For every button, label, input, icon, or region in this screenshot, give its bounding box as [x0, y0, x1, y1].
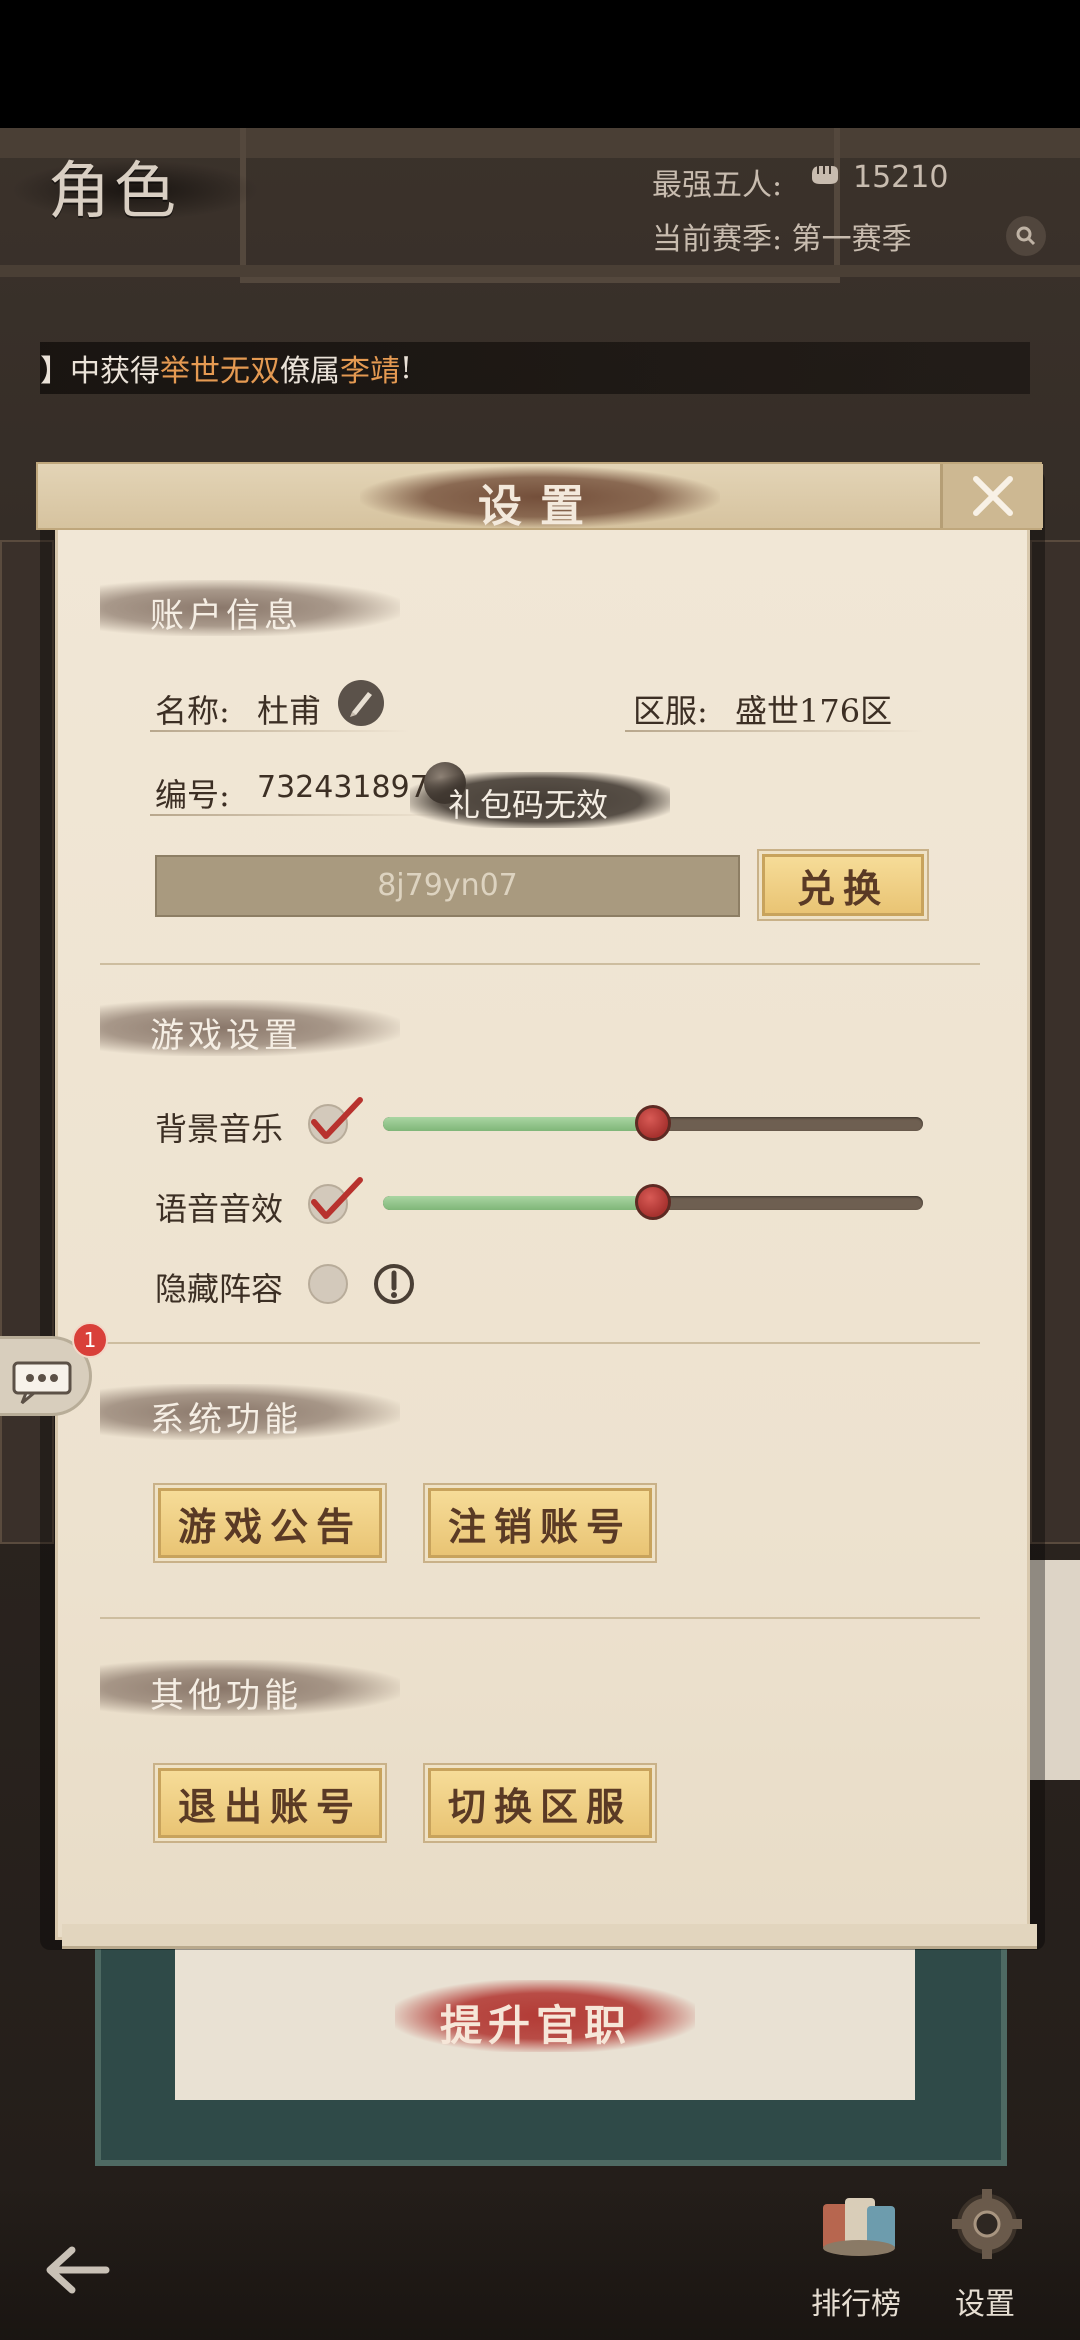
ranking-button[interactable]: 排行榜	[805, 2185, 915, 2325]
promote-rank-button[interactable]: 提升官职	[440, 1992, 632, 2053]
bgm-slider-fill	[383, 1117, 653, 1131]
marquee-highlight-name: 李靖	[340, 354, 400, 389]
fist-power-icon	[812, 166, 838, 184]
divider-2	[100, 1342, 980, 1344]
logout-button[interactable]: 退出账号	[158, 1768, 382, 1838]
section-title-account: 账户信息	[150, 596, 302, 636]
voice-slider-knob[interactable]	[635, 1184, 671, 1220]
section-title-game: 游戏设置	[150, 1016, 302, 1056]
marquee-suffix: !	[400, 350, 413, 386]
hide-lineup-label: 隐藏阵容	[155, 1270, 284, 1308]
settings-dialog	[55, 520, 1030, 1940]
dialog-title: 设置	[478, 481, 602, 532]
back-arrow-icon	[46, 2246, 110, 2294]
name-value: 杜甫	[257, 692, 322, 730]
settings-nav-label: 设置	[955, 2287, 1015, 2322]
bottom-bar	[0, 2180, 1080, 2340]
bgm-label: 背景音乐	[155, 1110, 284, 1148]
search-button[interactable]	[1006, 216, 1046, 256]
bgm-volume-slider[interactable]	[383, 1105, 923, 1141]
close-button[interactable]	[940, 464, 1043, 528]
hide-lineup-checkbox[interactable]	[308, 1264, 348, 1304]
marquee-highlight-rarity: 举世无双	[160, 354, 280, 389]
divider-3	[100, 1617, 980, 1619]
season-label: 当前赛季: 第一赛季	[652, 222, 912, 257]
ceiling-frame	[240, 128, 840, 283]
voice-label: 语音音效	[155, 1190, 284, 1228]
id-value: 732431897	[257, 770, 429, 805]
announcement-button[interactable]: 游戏公告	[158, 1488, 382, 1558]
voice-slider-fill	[383, 1196, 653, 1210]
back-button[interactable]	[42, 2240, 112, 2300]
info-exclamation-icon	[374, 1264, 414, 1304]
announcement-marquee: 】中获得 举世无双 僚属 李靖!	[40, 342, 1030, 394]
gift-code-input[interactable]: 8j79yn07	[155, 855, 740, 917]
ranking-label: 排行榜	[811, 2287, 901, 2322]
strongest-five-label: 最强五人:	[652, 168, 783, 203]
server-value: 盛世176区	[735, 692, 893, 730]
close-icon	[973, 476, 1013, 516]
bgm-slider-knob[interactable]	[635, 1105, 671, 1141]
beam-line	[0, 265, 1080, 277]
edit-name-button[interactable]	[338, 680, 384, 726]
section-title-other: 其他功能	[150, 1676, 302, 1716]
gear-icon	[952, 2189, 1022, 2259]
server-label: 区服:	[633, 692, 708, 730]
marquee-middle: 僚属	[280, 354, 340, 389]
redeem-button[interactable]: 兑换	[762, 854, 924, 916]
server-underline	[625, 730, 925, 732]
voice-volume-slider[interactable]	[383, 1184, 923, 1220]
bgm-check-icon	[311, 1097, 363, 1139]
id-underline	[150, 814, 450, 816]
deregister-account-button[interactable]: 注销账号	[428, 1488, 652, 1558]
switch-server-button[interactable]: 切换区服	[428, 1768, 652, 1838]
hide-lineup-info-button[interactable]	[372, 1262, 416, 1306]
search-icon	[1016, 226, 1036, 246]
name-underline	[150, 730, 410, 732]
ranking-scroll-icon	[823, 2198, 895, 2256]
settings-nav-button[interactable]: 设置	[940, 2185, 1040, 2325]
name-label: 名称:	[155, 692, 230, 730]
toast-message: 礼包码无效	[448, 786, 609, 824]
voice-check-icon	[311, 1177, 363, 1219]
dialog-bottom-edge	[62, 1924, 1037, 1949]
divider-1	[100, 963, 980, 965]
strongest-five-value: 15210	[853, 160, 949, 195]
section-title-system: 系统功能	[150, 1400, 302, 1440]
page-title: 角色	[48, 154, 181, 227]
id-label: 编号:	[155, 776, 230, 814]
marquee-prefix: 】中获得	[40, 354, 160, 389]
chat-unread-badge: 1	[72, 1322, 108, 1358]
brush-edit-icon	[350, 692, 372, 717]
